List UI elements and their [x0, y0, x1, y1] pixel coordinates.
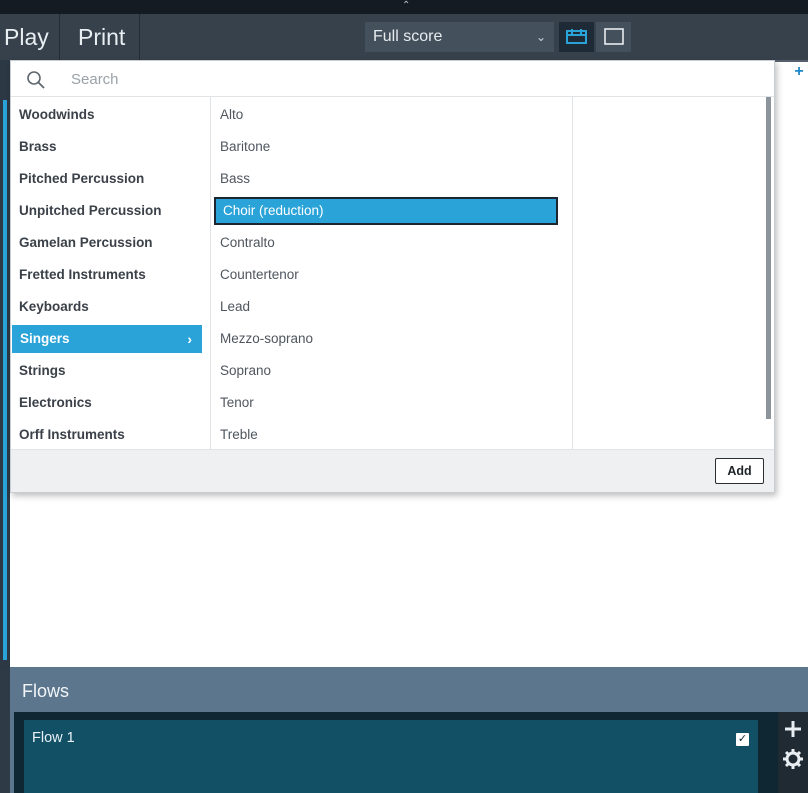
flows-toolbar [778, 712, 808, 793]
left-rail-accent [3, 100, 7, 660]
family-item-electronics[interactable]: Electronics [11, 389, 211, 417]
family-item-keyboards[interactable]: Keyboards [11, 293, 211, 321]
family-item-strings[interactable]: Strings [11, 357, 211, 385]
family-item-woodwinds[interactable]: Woodwinds [11, 101, 211, 129]
chevron-right-icon: › [187, 331, 192, 347]
layout-dropdown[interactable]: Full score ⌄ [365, 22, 554, 52]
page-view-button[interactable] [596, 22, 631, 52]
flow-checkbox[interactable]: ✓ [736, 733, 749, 746]
page-view-icon [604, 28, 624, 45]
family-item-pitched-percussion[interactable]: Pitched Percussion [11, 165, 211, 193]
instrument-item[interactable]: Baritone [211, 133, 565, 161]
galley-view-icon [566, 29, 587, 44]
search-input[interactable] [61, 67, 661, 91]
instrument-item[interactable]: Contralto [211, 229, 565, 257]
instrument-item[interactable]: Soprano [211, 357, 565, 385]
flows-panel: Flows Flow 1 ✓ [10, 667, 808, 793]
family-item-brass[interactable]: Brass [11, 133, 211, 161]
toolbar-divider [139, 14, 140, 60]
top-strip: ⌃ [0, 0, 808, 14]
gear-icon[interactable] [782, 748, 804, 770]
instrument-picker: Woodwinds Brass Pitched Percussion Unpit… [10, 60, 775, 493]
tab-play[interactable]: Play [0, 14, 53, 60]
instrument-item[interactable]: Mezzo-soprano [211, 325, 565, 353]
instrument-item-selected[interactable]: Choir (reduction) [214, 197, 558, 225]
family-item-label: Singers [20, 331, 70, 346]
instrument-list: Alto Baritone Bass Choir (reduction) Con… [211, 97, 771, 449]
chevron-down-icon: ⌄ [535, 30, 546, 44]
tab-print[interactable]: Print [74, 14, 129, 60]
collapse-caret-icon[interactable]: ⌃ [402, 1, 410, 11]
flow-name: Flow 1 [32, 730, 75, 746]
main-toolbar: Play Print Full score ⌄ [0, 14, 808, 60]
search-bar [11, 61, 774, 97]
add-player-plus-icon[interactable]: + [790, 62, 808, 82]
instrument-item[interactable]: Treble [211, 421, 565, 449]
family-list: Woodwinds Brass Pitched Percussion Unpit… [11, 97, 211, 449]
add-button[interactable]: Add [715, 458, 764, 484]
flow-card[interactable]: Flow 1 ✓ [24, 720, 758, 793]
toolbar-divider [59, 14, 60, 60]
search-icon [27, 71, 45, 89]
instrument-item[interactable]: Tenor [211, 389, 565, 417]
family-item-unpitched-percussion[interactable]: Unpitched Percussion [11, 197, 211, 225]
left-rail [0, 60, 10, 670]
family-item-singers[interactable]: Singers › [12, 325, 202, 353]
flows-list: Flow 1 ✓ [14, 712, 778, 793]
galley-view-button[interactable] [559, 22, 594, 52]
family-item-gamelan-percussion[interactable]: Gamelan Percussion [11, 229, 211, 257]
instrument-list-scrollbar[interactable] [766, 97, 771, 419]
family-item-orff-instruments[interactable]: Orff Instruments [11, 421, 211, 449]
flows-title: Flows [22, 681, 70, 701]
plus-icon[interactable] [782, 718, 804, 740]
family-item-fretted-instruments[interactable]: Fretted Instruments [11, 261, 211, 289]
picker-footer: Add [11, 449, 774, 492]
instrument-item[interactable]: Lead [211, 293, 565, 321]
layout-dropdown-value: Full score [373, 28, 443, 45]
instrument-item[interactable]: Alto [211, 101, 565, 129]
instrument-item[interactable]: Bass [211, 165, 565, 193]
instrument-item[interactable]: Countertenor [211, 261, 565, 289]
